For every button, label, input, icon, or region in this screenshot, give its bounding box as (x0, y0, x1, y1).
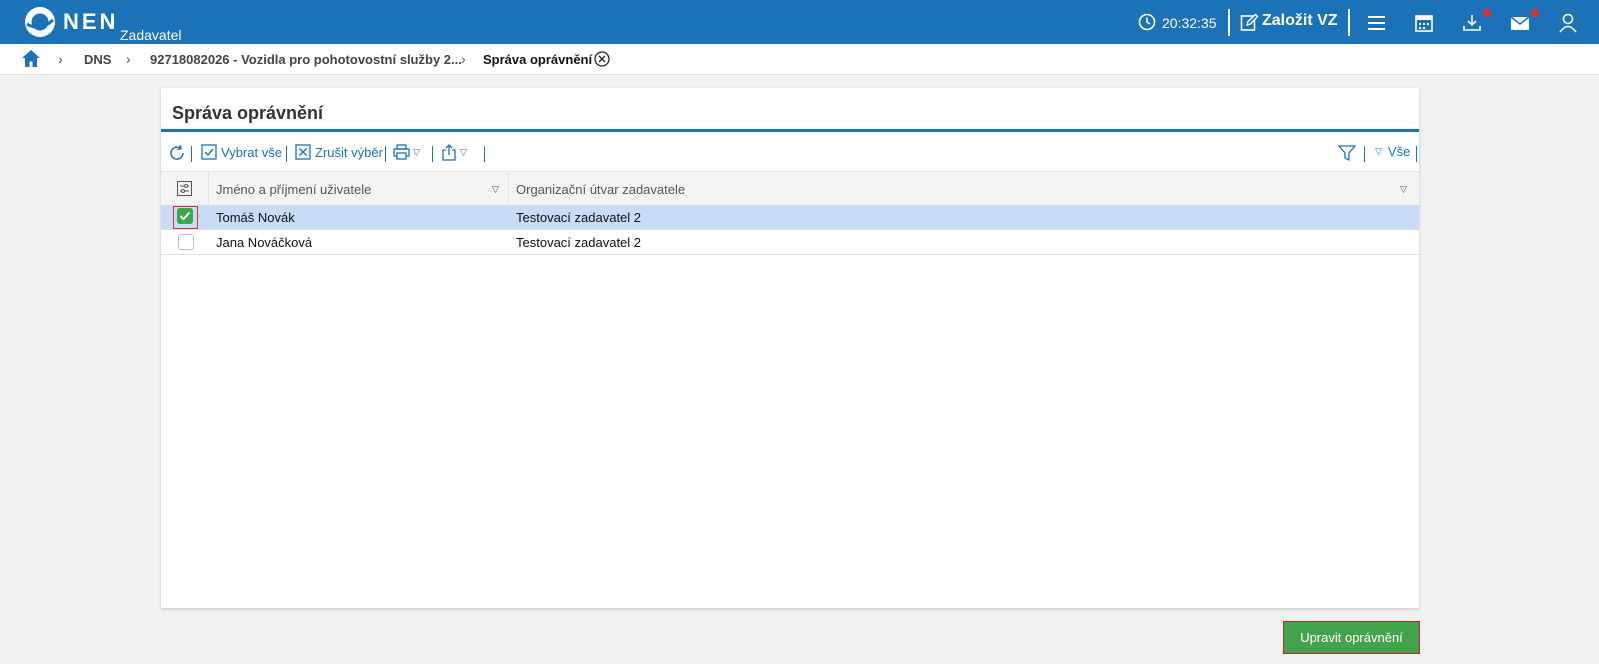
divider (1348, 9, 1350, 36)
toolbar-divider (1364, 146, 1365, 162)
cell-unit: Testovací zadavatel 2 (516, 210, 642, 225)
divider (1228, 9, 1230, 36)
toolbar-divider (432, 146, 433, 162)
title-underline (161, 129, 1419, 132)
brand-subtitle: Zadavatel (120, 27, 182, 43)
cell-name: Tomáš Novák (216, 210, 295, 225)
table-row[interactable]: Tomáš Novák Testovací zadavatel 2 (161, 205, 1419, 230)
filter-icon[interactable] (1338, 144, 1356, 162)
chevron-right-icon: › (461, 51, 466, 67)
view-filter-label: Vše (1387, 144, 1411, 159)
column-filter-icon[interactable]: ▽ (492, 184, 499, 195)
notification-dot (1531, 9, 1539, 17)
session-time: 20:32:35 (1162, 15, 1217, 31)
calendar-icon[interactable] (1413, 12, 1435, 34)
close-icon[interactable] (594, 51, 610, 67)
clear-selection-icon (295, 144, 311, 160)
toolbar-divider (286, 146, 287, 162)
column-header-unit[interactable]: Organizační útvar zadavatele (516, 182, 685, 197)
edit-icon[interactable] (1240, 13, 1259, 32)
menu-icon[interactable] (1366, 12, 1388, 34)
toolbar-divider (385, 146, 386, 162)
column-settings-icon[interactable] (177, 181, 192, 196)
create-contract-button[interactable]: Založit VZ (1262, 12, 1338, 30)
refresh-icon[interactable] (168, 144, 186, 162)
grid-header: Jméno a příjmení uživatele ▽ Organizační… (161, 171, 1419, 206)
select-all-button[interactable]: Vybrat vše (201, 144, 282, 160)
nen-logo[interactable] (24, 6, 56, 38)
breadcrumb-item-current: Správa oprávnění (483, 52, 593, 67)
clear-selection-button[interactable]: Zrušit výběr (295, 144, 383, 160)
notification-dot (1483, 9, 1491, 17)
export-icon (442, 144, 456, 161)
select-all-label: Vybrat vše (221, 144, 282, 160)
chevron-right-icon: › (58, 51, 63, 67)
table-row[interactable]: Jana Nováčková Testovací zadavatel 2 (161, 230, 1419, 255)
top-bar: NEN Zadavatel 20:32:35 Založit VZ (0, 0, 1599, 44)
toolbar-divider (191, 146, 192, 162)
row-checkbox[interactable] (178, 234, 194, 250)
column-header-name[interactable]: Jméno a příjmení uživatele (216, 182, 371, 197)
mail-icon[interactable] (1509, 12, 1531, 34)
row-checkbox[interactable] (177, 208, 193, 224)
column-divider (508, 172, 509, 205)
toolbar-divider (484, 146, 485, 162)
home-icon[interactable] (21, 49, 41, 68)
cell-name: Jana Nováčková (216, 235, 313, 250)
cell-unit: Testovací zadavatel 2 (516, 235, 642, 250)
dropdown-triangle-icon: ▽ (413, 146, 420, 157)
grid-toolbar: Vybrat vše Zrušit výběr ▽ ▽ ▽ Vše (161, 140, 1419, 166)
clock-icon (1138, 13, 1156, 31)
download-icon[interactable] (1461, 12, 1483, 34)
breadcrumb: › DNS › 92718082026 - Vozidla pro pohoto… (0, 44, 1599, 75)
print-button[interactable]: ▽ (393, 144, 420, 160)
chevron-right-icon: › (126, 51, 131, 67)
breadcrumb-item-dns[interactable]: DNS (84, 52, 111, 67)
column-filter-icon[interactable]: ▽ (1400, 184, 1407, 195)
dropdown-triangle-icon: ▽ (1375, 146, 1382, 156)
edit-permissions-button[interactable]: Upravit oprávnění (1283, 621, 1420, 654)
export-button[interactable]: ▽ (441, 144, 467, 161)
print-icon (393, 144, 410, 160)
panel-title: Správa oprávnění (172, 103, 324, 123)
view-filter-dropdown[interactable]: ▽ Vše (1375, 144, 1410, 159)
permissions-panel: Správa oprávnění Vybrat vše Zrušit výběr (161, 88, 1419, 608)
select-all-icon (201, 144, 217, 160)
dropdown-triangle-icon: ▽ (460, 147, 467, 157)
brand-name: NEN (63, 9, 119, 34)
column-divider (208, 172, 209, 205)
user-icon[interactable] (1557, 12, 1579, 34)
clear-selection-label: Zrušit výběr (315, 144, 383, 160)
breadcrumb-item-contract[interactable]: 92718082026 - Vozidla pro pohotovostní s… (150, 52, 462, 67)
toolbar-divider (1416, 146, 1417, 162)
